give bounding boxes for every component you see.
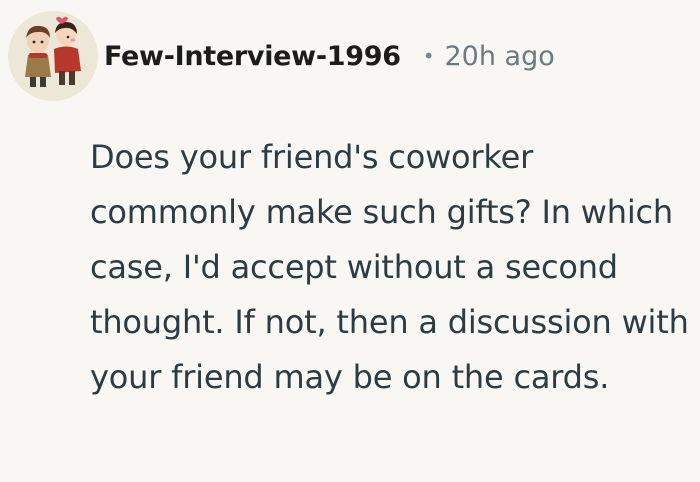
separator-dot: •	[422, 44, 435, 68]
comment-header: Few-Interview-1996 • 20h ago	[8, 10, 555, 102]
comment-body: Does your friend's coworker commonly mak…	[90, 138, 689, 396]
couple-avatar-icon	[8, 11, 98, 101]
avatar[interactable]	[8, 11, 98, 101]
timestamp[interactable]: 20h ago	[444, 41, 554, 72]
username-link[interactable]: Few-Interview-1996	[104, 41, 401, 72]
comment: Few-Interview-1996 • 20h ago Does your f…	[0, 0, 700, 482]
